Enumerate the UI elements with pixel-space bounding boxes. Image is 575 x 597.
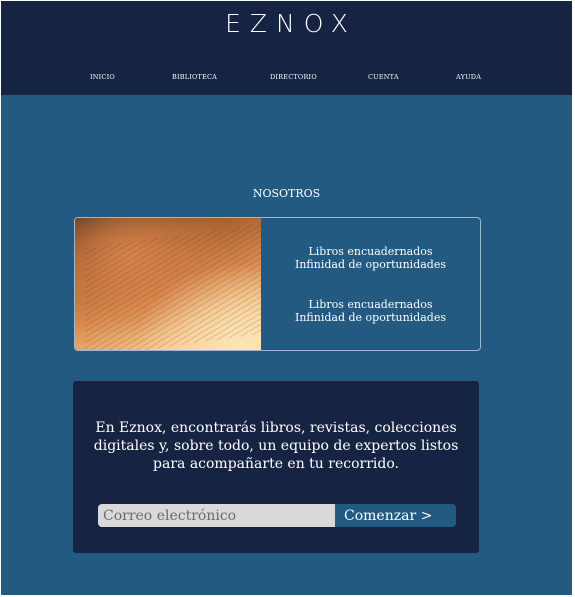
section-title: NOSOTROS <box>252 187 321 200</box>
about-line: Infinidad de oportunidades <box>294 311 446 324</box>
about-text-block-1: Libros encuadernados Infinidad de oportu… <box>261 245 480 271</box>
nav-link-inicio[interactable]: INICIO <box>90 73 115 81</box>
open-book-image <box>75 218 261 350</box>
site-header: EZNOX INICIO BIBLIOTECA DIRECTORIO CUENT… <box>1 1 572 95</box>
nav-link-ayuda[interactable]: AYUDA <box>456 73 481 81</box>
about-line: Libros encuadernados <box>308 298 433 311</box>
nav-link-cuenta[interactable]: CUENTA <box>368 73 399 81</box>
site-logo[interactable]: EZNOX <box>1 9 572 38</box>
start-button[interactable]: Comenzar > <box>335 504 456 527</box>
about-text-block-2: Libros encuadernados Infinidad de oportu… <box>261 298 480 324</box>
book-pages-texture <box>85 223 261 350</box>
email-input[interactable] <box>98 504 335 527</box>
about-card: Libros encuadernados Infinidad de oportu… <box>74 217 481 351</box>
about-line: Infinidad de oportunidades <box>294 258 446 271</box>
about-line: Libros encuadernados <box>308 245 433 258</box>
signup-panel: En Eznox, encontrarás libros, revistas, … <box>73 381 479 553</box>
about-card-text: Libros encuadernados Infinidad de oportu… <box>261 218 480 350</box>
nav-link-biblioteca[interactable]: BIBLIOTECA <box>172 73 217 81</box>
signup-description: En Eznox, encontrarás libros, revistas, … <box>93 420 459 472</box>
nav-link-directorio[interactable]: DIRECTORIO <box>270 73 317 81</box>
page-frame: EZNOX INICIO BIBLIOTECA DIRECTORIO CUENT… <box>1 1 572 595</box>
